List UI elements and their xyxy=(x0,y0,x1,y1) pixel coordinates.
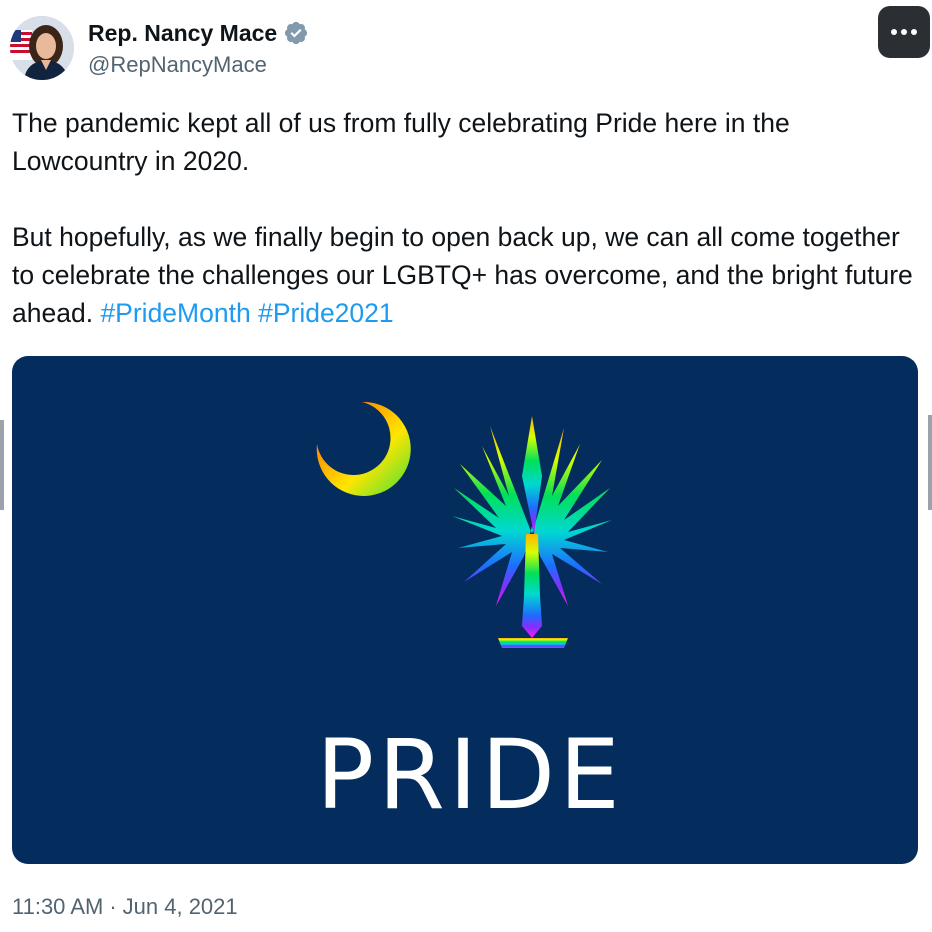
timestamp-separator: · xyxy=(109,894,117,919)
avatar[interactable] xyxy=(10,16,74,80)
rainbow-palmetto-tree-icon xyxy=(452,416,612,648)
hashtag-link[interactable]: #PrideMonth xyxy=(100,298,250,328)
rainbow-crescent-moon-icon xyxy=(316,401,411,496)
scrollbar-thumb[interactable] xyxy=(928,415,932,510)
tweet-timestamp[interactable]: 11:30 AM · Jun 4, 2021 xyxy=(12,892,238,922)
author-handle[interactable]: @RepNancyMace xyxy=(88,51,267,79)
author-display-name[interactable]: Rep. Nancy Mace xyxy=(88,18,277,48)
tweet-card: Rep. Nancy Mace @RepNancyMace The pandem… xyxy=(0,0,932,932)
more-horizontal-icon xyxy=(891,29,917,35)
hashtag-link[interactable]: #Pride2021 xyxy=(258,298,394,328)
verified-badge-icon xyxy=(283,20,309,46)
tweet-time: 11:30 AM xyxy=(12,894,104,919)
tweet-paragraph: But hopefully, as we finally begin to op… xyxy=(12,218,917,332)
media-caption-pride: PRIDE xyxy=(316,719,624,831)
avatar-image xyxy=(10,16,74,80)
more-options-button[interactable] xyxy=(878,6,930,58)
left-edge-divider xyxy=(0,420,4,510)
tweet-date: Jun 4, 2021 xyxy=(122,894,238,919)
tweet-paragraph: The pandemic kept all of us from fully c… xyxy=(12,108,790,176)
tweet-text: The pandemic kept all of us from fully c… xyxy=(12,104,917,332)
author-name-row: Rep. Nancy Mace xyxy=(88,18,309,48)
